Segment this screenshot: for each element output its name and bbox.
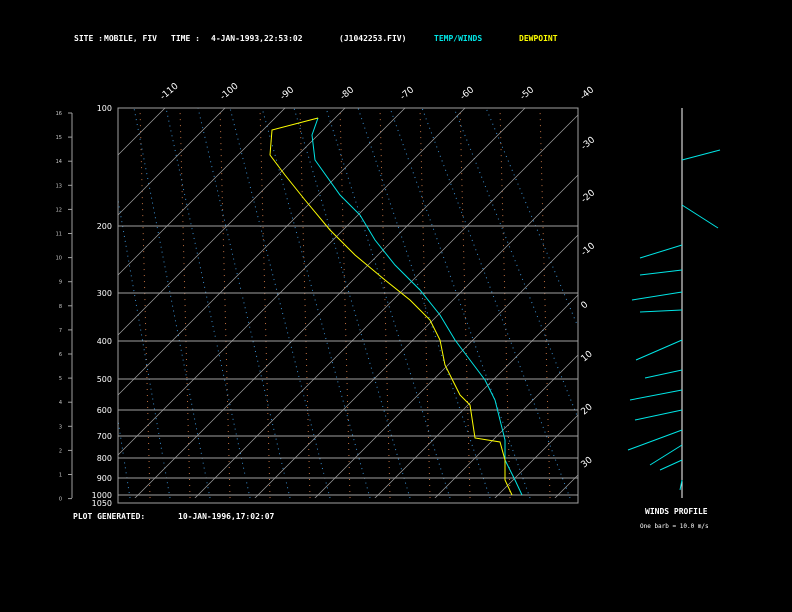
pressure-label: 100 bbox=[97, 104, 112, 113]
moist-adiabat-line bbox=[293, 108, 411, 498]
height-label: 14 bbox=[56, 159, 62, 165]
wind-barb bbox=[639, 269, 683, 276]
height-label: 11 bbox=[56, 232, 62, 238]
isotherm-top-label: -60 bbox=[459, 85, 477, 102]
isotherm-right-label: -20 bbox=[580, 188, 598, 205]
wind-barb bbox=[631, 291, 683, 301]
isotherm-line bbox=[118, 108, 466, 456]
mixing-ratio-line bbox=[139, 108, 151, 498]
isotherm-line bbox=[434, 354, 578, 498]
height-label: 6 bbox=[59, 352, 62, 358]
moist-adiabat-line bbox=[421, 108, 571, 498]
mixing-ratio-line bbox=[259, 108, 271, 498]
moist-adiabat-line bbox=[165, 108, 251, 498]
isotherm-top-label: -40 bbox=[579, 85, 597, 102]
height-label: 4 bbox=[59, 400, 62, 406]
isotherm-top-label: -80 bbox=[339, 85, 357, 102]
mixing-ratio-line bbox=[339, 108, 351, 498]
wind-barb bbox=[644, 369, 683, 379]
wind-barb bbox=[629, 389, 683, 401]
isotherm-line bbox=[0, 78, 75, 518]
moist-adiabat-line bbox=[485, 108, 578, 329]
isotherm-line bbox=[118, 108, 286, 276]
isotherm-top-label: -50 bbox=[519, 85, 537, 102]
pressure-label: 300 bbox=[97, 289, 112, 298]
height-label: 7 bbox=[59, 328, 62, 334]
height-label: 2 bbox=[59, 448, 62, 454]
height-label: 10 bbox=[56, 256, 62, 262]
pressure-label: 200 bbox=[97, 222, 112, 231]
height-label: 12 bbox=[56, 207, 62, 213]
height-label: 0 bbox=[59, 497, 62, 503]
height-label: 15 bbox=[56, 135, 62, 141]
height-label: 8 bbox=[59, 304, 62, 310]
mixing-ratio-line bbox=[419, 108, 431, 498]
isotherm-top-label: -70 bbox=[399, 85, 417, 102]
isotherm-line bbox=[118, 108, 166, 156]
mixing-ratio-line bbox=[219, 108, 231, 498]
moist-adiabat-line bbox=[389, 108, 531, 498]
height-label: 5 bbox=[59, 376, 62, 382]
pressure-label: 700 bbox=[97, 432, 112, 441]
moist-adiabat-line bbox=[453, 108, 578, 420]
isotherm-right-label: 20 bbox=[580, 402, 595, 417]
wind-barb bbox=[681, 149, 721, 161]
wind-barb bbox=[634, 409, 683, 421]
moist-adiabat-line bbox=[229, 108, 331, 498]
isotherm-top-label: -110 bbox=[159, 81, 181, 102]
isotherm-right-label: 0 bbox=[580, 300, 591, 312]
isotherm-line bbox=[595, 78, 792, 518]
mixing-ratio-line bbox=[539, 108, 551, 498]
height-label: 16 bbox=[56, 111, 62, 117]
isotherm-top-label: -100 bbox=[219, 81, 241, 102]
plot-area bbox=[0, 78, 792, 518]
pressure-label: 400 bbox=[97, 337, 112, 346]
pressure-label: 500 bbox=[97, 375, 112, 384]
pressure-label: 600 bbox=[97, 406, 112, 415]
height-label: 1 bbox=[59, 473, 62, 479]
mixing-ratio-line bbox=[379, 108, 391, 498]
pressure-label: 900 bbox=[97, 474, 112, 483]
mixing-ratio-line bbox=[459, 108, 471, 498]
isotherm-line bbox=[0, 78, 135, 518]
pressure-label: 1050 bbox=[92, 499, 112, 508]
isotherm-right-label: 30 bbox=[580, 455, 595, 470]
isotherm-line bbox=[118, 108, 346, 336]
isotherm-line bbox=[775, 78, 792, 518]
isotherm-top-label: -90 bbox=[279, 85, 297, 102]
wind-barb bbox=[635, 339, 683, 361]
wind-barb bbox=[639, 244, 683, 259]
isotherm-line bbox=[494, 414, 578, 498]
height-label: 3 bbox=[59, 424, 62, 430]
isotherm-line bbox=[715, 78, 792, 518]
moist-adiabat-line bbox=[118, 196, 171, 498]
mixing-ratio-line bbox=[620, 108, 630, 498]
wind-barb bbox=[627, 429, 683, 451]
pressure-label: 800 bbox=[97, 454, 112, 463]
wind-barb bbox=[639, 309, 683, 313]
moist-adiabat-line bbox=[133, 108, 211, 498]
moist-adiabat-line bbox=[357, 108, 491, 498]
isotherm-line bbox=[118, 108, 226, 216]
wind-barb bbox=[681, 204, 719, 229]
isotherm-line bbox=[0, 78, 15, 518]
mixing-ratio-line bbox=[179, 108, 191, 498]
mixing-ratio-line bbox=[660, 108, 670, 498]
isotherm-right-label: -30 bbox=[580, 135, 598, 152]
wind-barb bbox=[659, 459, 683, 471]
height-label: 9 bbox=[59, 280, 62, 286]
isotherm-line bbox=[194, 114, 578, 498]
isotherm-line bbox=[554, 474, 578, 498]
isotherm-line bbox=[655, 78, 792, 518]
dewpoint-trace bbox=[269, 117, 513, 496]
isotherm-line bbox=[118, 108, 406, 396]
isotherm-right-label: 10 bbox=[580, 349, 595, 364]
skew-t-diagram: 1002003004005006007008009001000105016151… bbox=[0, 78, 792, 518]
height-label: 13 bbox=[56, 183, 62, 189]
mixing-ratio-line bbox=[299, 108, 311, 498]
moist-adiabat-line bbox=[325, 108, 451, 498]
isotherm-line bbox=[314, 234, 578, 498]
isotherm-right-label: -10 bbox=[580, 241, 598, 258]
moist-adiabat-line bbox=[197, 108, 291, 498]
